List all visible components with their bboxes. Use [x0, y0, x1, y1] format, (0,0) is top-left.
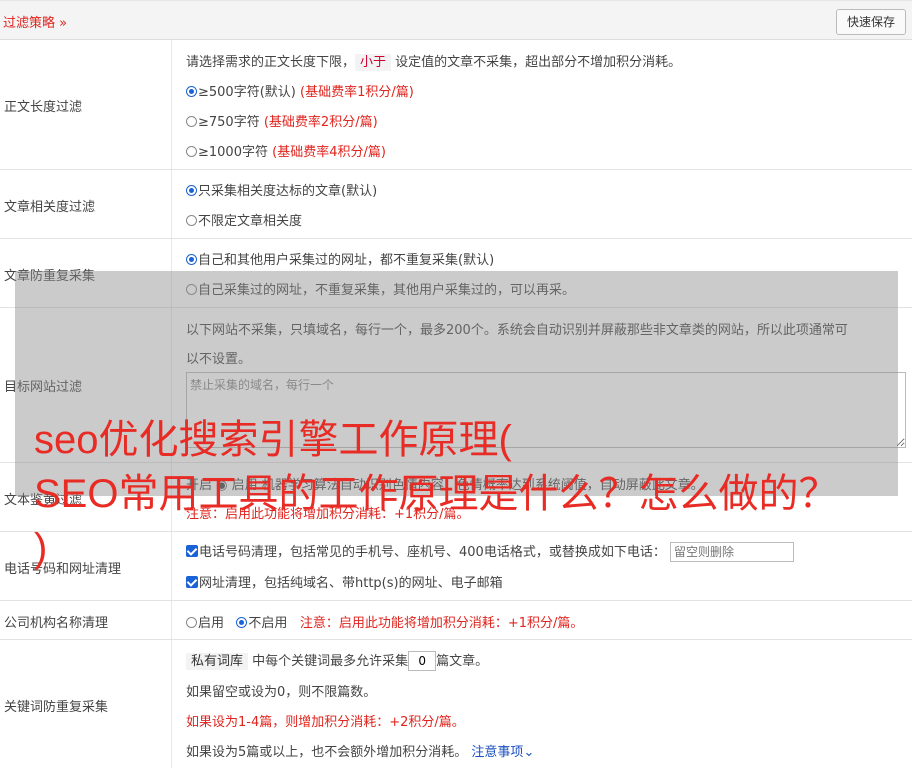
- keyword-dedup-line2: 如果留空或设为0，则不限篇数。: [186, 685, 377, 700]
- replacement-phone-input[interactable]: [669, 542, 794, 562]
- dedup-option-all[interactable]: 自己和其他用户采集过的网址，都不重复采集(默认): [186, 249, 494, 268]
- company-option-off[interactable]: 不启用: [236, 616, 287, 631]
- private-lexicon-link[interactable]: 私有词库: [186, 653, 249, 670]
- phone-clean-row: 电话号码和网址清理 电话号码清理，包括常见的手机号、座机号、400电话格式，或替…: [0, 532, 912, 601]
- overlay-title-line1: seo优化搜索引擎工作原理(: [34, 418, 512, 462]
- chevron-down-icon: ⌄: [523, 745, 535, 760]
- radio[interactable]: [186, 617, 197, 628]
- length-option-750[interactable]: ≥750字符 (基础费率2积分/篇): [186, 111, 378, 130]
- relevance-label: 文章相关度过滤: [4, 200, 96, 215]
- radio[interactable]: [186, 215, 197, 226]
- radio[interactable]: [186, 116, 197, 127]
- radio-selected[interactable]: [186, 86, 197, 97]
- company-row: 公司机构名称清理 启用 不启用 注意：启用此功能将增加积分消耗：+1积分/篇。: [0, 601, 912, 640]
- length-option-500[interactable]: ≥500字符(默认) (基础费率1积分/篇): [186, 81, 414, 100]
- keyword-dedup-row: 关键词防重复采集 私有词库 中每个关键词最多允许采集篇文章。 如果留空或设为0，…: [0, 640, 912, 768]
- phone-clean-label: 电话号码和网址清理: [4, 562, 122, 577]
- overlay-title-line3: ): [34, 526, 48, 570]
- chevron-down-icon: »: [59, 16, 68, 31]
- company-label: 公司机构名称清理: [4, 616, 109, 631]
- max-articles-input[interactable]: [408, 651, 437, 671]
- checkbox-checked[interactable]: [186, 576, 198, 588]
- section-title[interactable]: 过滤策略 »: [3, 12, 67, 31]
- image-overlay: [15, 271, 898, 496]
- keyword-dedup-line3: 如果设为1-4篇，则增加积分消耗：+2积分/篇。: [186, 715, 465, 730]
- checkbox-checked[interactable]: [186, 545, 198, 557]
- length-filter-label: 正文长度过滤: [4, 100, 83, 115]
- keyword-dedup-label: 关键词防重复采集: [4, 700, 109, 715]
- url-clean-option[interactable]: 网址清理，包括纯域名、带http(s)的网址、电子邮箱: [186, 572, 503, 591]
- radio-selected[interactable]: [236, 617, 248, 628]
- keyword-dedup-line1: 私有词库 中每个关键词最多允许采集篇文章。: [186, 650, 488, 671]
- radio-selected[interactable]: [186, 185, 197, 196]
- radio[interactable]: [186, 146, 197, 157]
- relevance-row: 文章相关度过滤 只采集相关度达标的文章(默认) 不限定文章相关度: [0, 170, 912, 239]
- keyword-dedup-line4: 如果设为5篇或以上，也不会额外增加积分消耗。 注意事项⌄: [186, 745, 535, 760]
- quick-save-button[interactable]: 快速保存: [836, 9, 906, 35]
- length-filter-row: 正文长度过滤 请选择需求的正文长度下限， 小于 设定值的文章不采集，超出部分不增加…: [0, 40, 912, 170]
- company-options: 启用 不启用 注意：启用此功能将增加积分消耗：+1积分/篇。: [186, 612, 583, 631]
- length-option-1000[interactable]: ≥1000字符 (基础费率4积分/篇): [186, 141, 386, 160]
- section-header: 过滤策略 » 快速保存: [0, 0, 912, 40]
- relevance-option-any[interactable]: 不限定文章相关度: [186, 210, 302, 229]
- phone-clean-option[interactable]: 电话号码清理，包括常见的手机号、座机号、400电话格式，或替换成如下电话：: [186, 541, 794, 562]
- length-filter-desc: 请选择需求的正文长度下限， 小于 设定值的文章不采集，超出部分不增加积分消耗。: [186, 54, 682, 71]
- company-option-on[interactable]: 启用: [186, 616, 224, 631]
- relevance-option-only[interactable]: 只采集相关度达标的文章(默认): [186, 180, 377, 199]
- radio-selected[interactable]: [186, 254, 197, 265]
- company-note: 注意：启用此功能将增加积分消耗：+1积分/篇。: [299, 616, 584, 631]
- overlay-title-line2: SEO常用工具的工作原理是什么？怎么做的？: [34, 472, 839, 516]
- notes-link[interactable]: 注意事项⌄: [471, 745, 534, 760]
